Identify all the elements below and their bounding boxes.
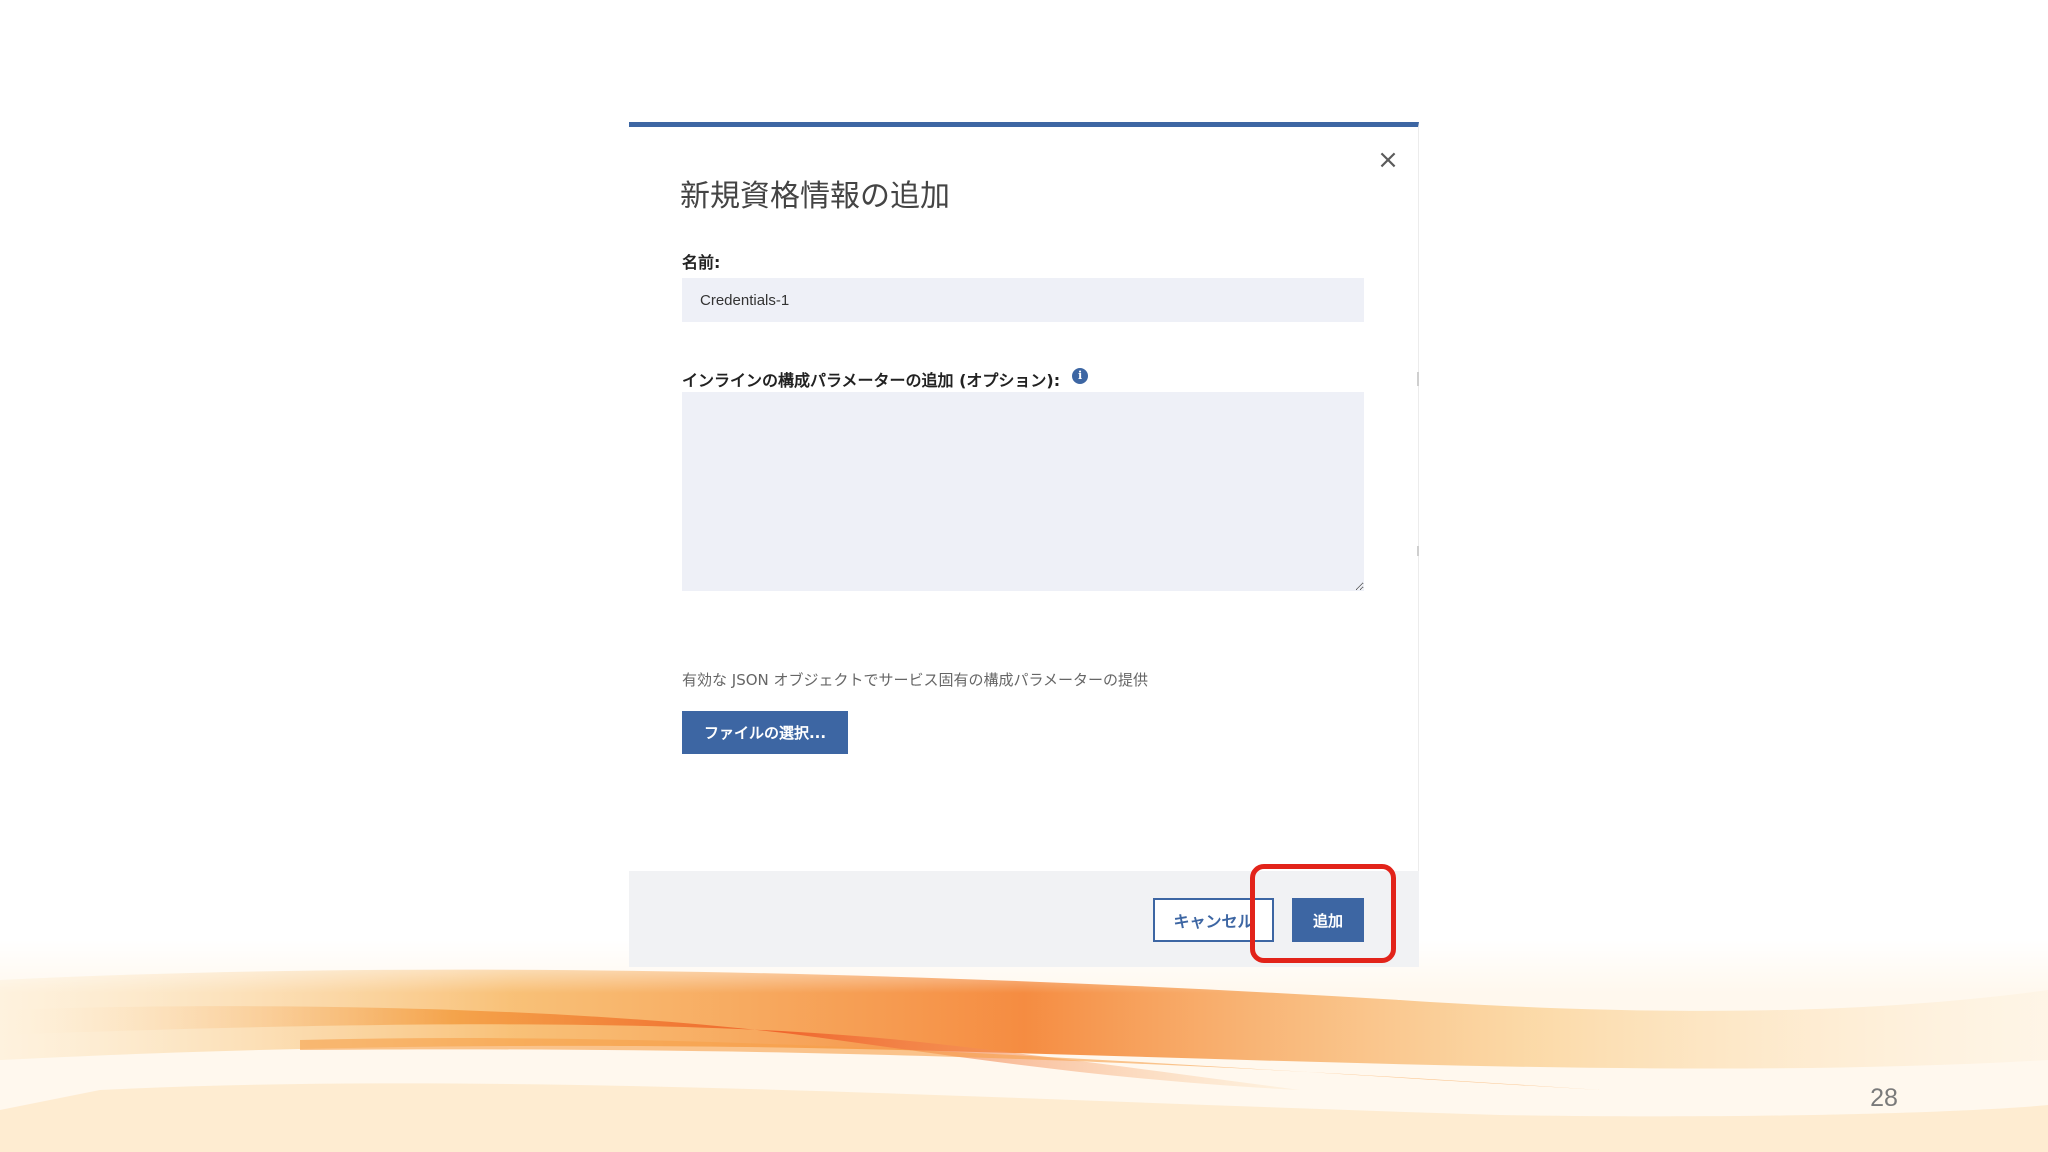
slide-swoosh-decoration bbox=[0, 940, 2048, 1152]
slide-page-number: 28 bbox=[1870, 1084, 1898, 1112]
cancel-button[interactable]: キャンセル bbox=[1153, 898, 1274, 942]
params-label: インラインの構成パラメーターの追加 (オプション): i bbox=[682, 367, 1089, 391]
info-icon[interactable]: i bbox=[1072, 368, 1089, 384]
choose-file-button[interactable]: ファイルの選択... bbox=[682, 711, 848, 754]
params-label-text: インラインの構成パラメーターの追加 (オプション): bbox=[682, 371, 1061, 390]
helper-text: 有効な JSON オブジェクトでサービス固有の構成パラメーターの提供 bbox=[682, 671, 1149, 689]
resize-edge-mark bbox=[1417, 546, 1419, 556]
name-input[interactable] bbox=[682, 278, 1364, 322]
dialog-title: 新規資格情報の追加 bbox=[680, 179, 950, 214]
add-button[interactable]: 追加 bbox=[1292, 898, 1364, 942]
close-icon[interactable]: × bbox=[1373, 145, 1403, 175]
dialog-footer: キャンセル 追加 bbox=[629, 871, 1419, 967]
scroll-edge-mark bbox=[1417, 372, 1419, 386]
add-credentials-dialog: × 新規資格情報の追加 名前: インラインの構成パラメーターの追加 (オプション… bbox=[629, 122, 1419, 967]
params-textarea[interactable] bbox=[682, 392, 1364, 591]
name-label: 名前: bbox=[682, 253, 721, 272]
